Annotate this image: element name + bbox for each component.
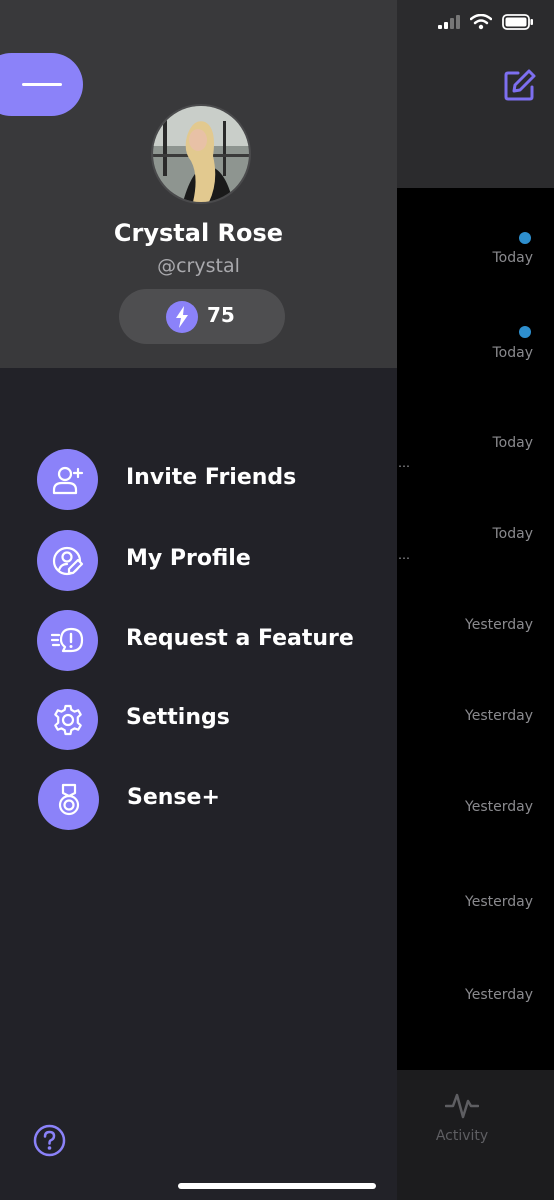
minus-icon bbox=[22, 83, 62, 86]
menu-item-my-profile[interactable]: My Profile bbox=[37, 530, 377, 592]
tab-activity-label: Activity bbox=[435, 1128, 489, 1144]
menu-item-label: Settings bbox=[126, 705, 230, 730]
menu-item-settings[interactable]: Settings bbox=[37, 689, 377, 751]
unread-dot bbox=[519, 326, 531, 338]
points-value: 75 bbox=[207, 303, 235, 327]
row-time: Yesterday bbox=[465, 799, 533, 815]
home-indicator bbox=[178, 1183, 376, 1189]
battery-icon bbox=[502, 14, 533, 30]
menu-item-request-feature[interactable]: Request a Feature bbox=[37, 610, 377, 672]
invite-user-icon bbox=[52, 466, 84, 495]
activity-icon bbox=[445, 1093, 479, 1119]
truncation-ellipsis: … bbox=[398, 548, 411, 562]
row-time: Today bbox=[492, 345, 534, 361]
menu-toggle-button[interactable] bbox=[0, 53, 83, 116]
row-time: Yesterday bbox=[465, 894, 533, 910]
points-badge[interactable]: 75 bbox=[119, 289, 285, 344]
row-time: Today bbox=[492, 250, 534, 266]
lightning-bolt-icon bbox=[166, 301, 198, 333]
side-drawer: Crystal Rose @crystal 75 Invite Friends bbox=[0, 0, 397, 1200]
menu-item-invite-friends[interactable]: Invite Friends bbox=[37, 449, 377, 511]
row-time: Yesterday bbox=[465, 987, 533, 1003]
truncation-ellipsis: … bbox=[398, 456, 411, 470]
wifi-icon bbox=[470, 14, 492, 30]
menu-item-label: Invite Friends bbox=[126, 465, 297, 490]
medal-icon bbox=[58, 783, 80, 816]
user-name: Crystal Rose bbox=[113, 219, 284, 247]
user-handle: @crystal bbox=[157, 255, 240, 277]
gear-icon bbox=[54, 704, 82, 736]
menu-item-label: My Profile bbox=[126, 546, 251, 571]
unread-dot bbox=[519, 232, 531, 244]
avatar[interactable] bbox=[151, 104, 251, 204]
menu-item-sense-plus[interactable]: Sense+ bbox=[38, 769, 378, 831]
row-time: Yesterday bbox=[465, 617, 533, 633]
avatar-image bbox=[153, 106, 249, 202]
menu-item-label: Request a Feature bbox=[126, 626, 354, 651]
tab-activity[interactable]: Activity bbox=[430, 1090, 494, 1144]
cellular-signal-icon bbox=[438, 15, 460, 29]
help-icon[interactable] bbox=[33, 1124, 66, 1157]
row-time: Today bbox=[492, 435, 534, 451]
status-bar bbox=[438, 14, 534, 30]
row-time: Today bbox=[492, 526, 534, 542]
compose-icon[interactable] bbox=[502, 67, 538, 103]
edit-profile-icon bbox=[52, 546, 84, 576]
row-time: Yesterday bbox=[465, 708, 533, 724]
menu-item-label: Sense+ bbox=[127, 785, 220, 810]
request-feature-icon bbox=[51, 627, 84, 653]
